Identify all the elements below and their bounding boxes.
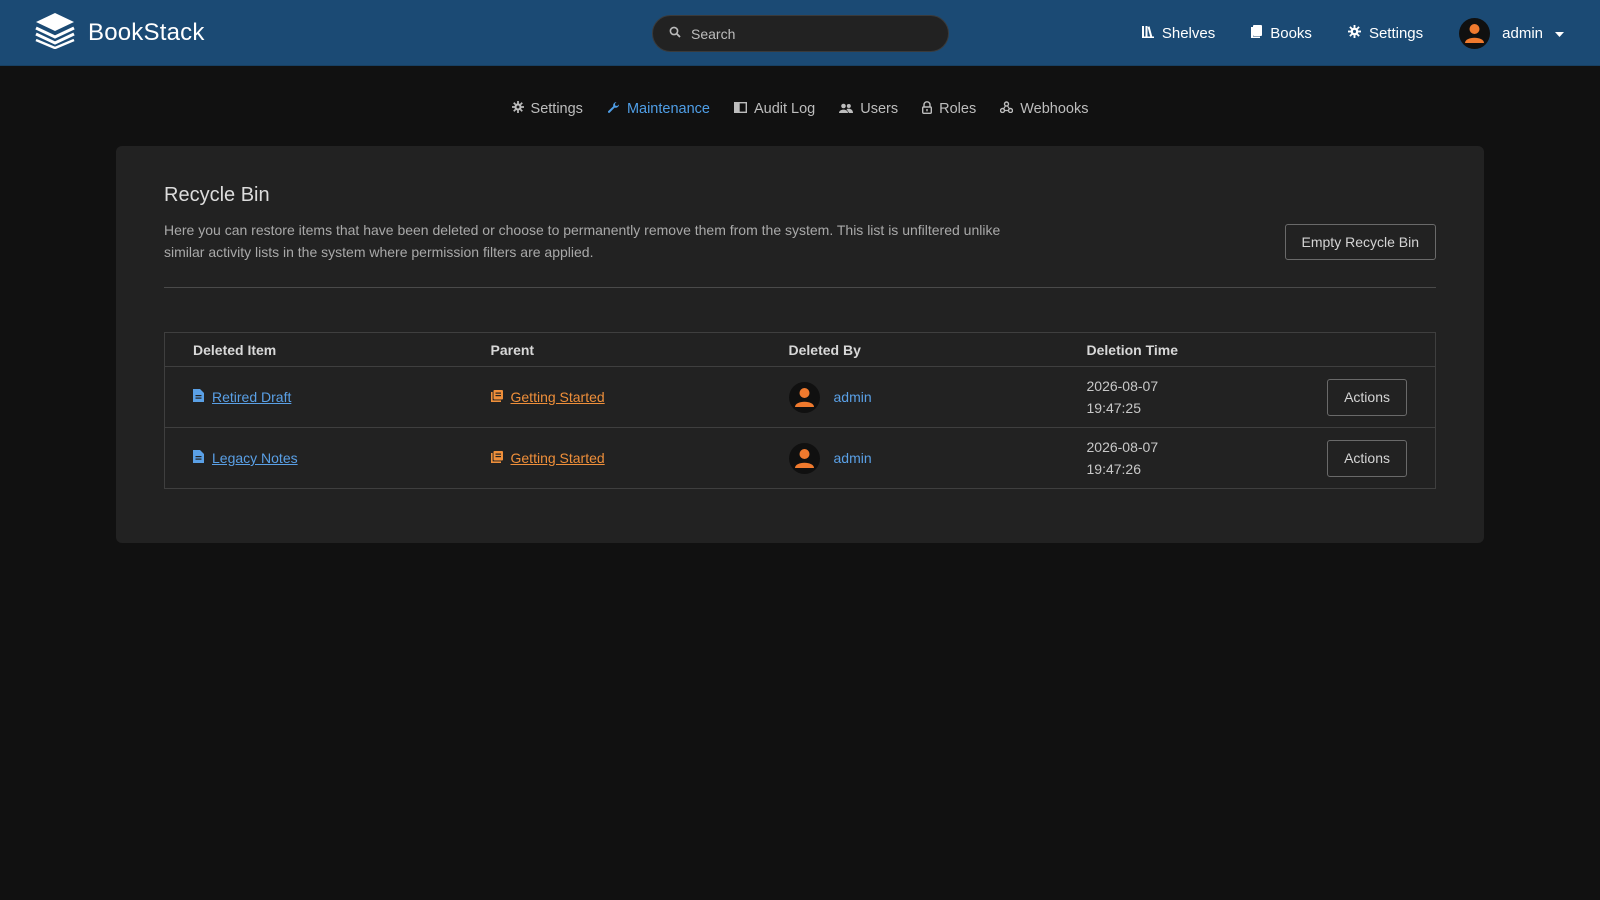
settings-subnav: Settings Maintenance Audit Log Users Rol… [0,96,1600,122]
gear-icon [1347,24,1361,42]
tab-maintenance-label: Maintenance [626,101,710,117]
empty-recycle-bin-button[interactable]: Empty Recycle Bin [1284,224,1436,260]
tab-webhooks[interactable]: Webhooks [1000,101,1088,117]
tab-users-label: Users [860,101,899,117]
nav-shelves-link[interactable]: Shelves [1141,24,1216,42]
app-logo[interactable]: BookStack [34,11,205,54]
actions-button[interactable]: Actions [1327,378,1407,416]
avatar [788,381,820,413]
caret-down-icon [1555,25,1564,42]
divider [164,287,1436,288]
deletion-clock: 19:47:25 [1086,400,1142,416]
lock-icon [922,100,933,118]
recycle-bin-card: Recycle Bin Here you can restore items t… [116,146,1484,543]
deleted-item-link[interactable]: Retired Draft [193,389,463,405]
nav-books-link[interactable]: Books [1251,24,1312,42]
parent-book-link[interactable]: Getting Started [490,389,761,405]
tab-maintenance[interactable]: Maintenance [607,101,710,118]
column-header-actions [1234,332,1436,367]
app-header: BookStack Shelves Books Settings [0,0,1600,66]
wrench-icon [607,101,620,118]
search-input[interactable] [691,25,911,42]
app-name: BookStack [88,18,205,46]
deletion-time: 2026-08-07 19:47:26 [1058,427,1235,489]
avatar [788,442,820,474]
recycle-bin-description: Here you can restore items that have bee… [164,222,1001,260]
gear-icon [511,101,524,117]
deletion-date: 2026-08-07 [1086,439,1159,455]
page-title: Recycle Bin [164,184,270,206]
audit-log-icon [733,101,747,117]
table-row: Legacy Notes Getting Started admin 2026-… [164,427,1436,489]
deleted-item-name: Legacy Notes [212,450,298,466]
table-row: Retired Draft Getting Started admin 2026… [164,366,1436,428]
parent-name: Getting Started [510,450,605,466]
table-header-row: Deleted Item Parent Deleted By Deletion … [164,332,1436,367]
column-header-deleted-by: Deleted By [760,332,1059,367]
tab-roles-label: Roles [939,101,977,117]
deleted-by-user[interactable]: admin [788,381,1059,413]
tab-webhooks-label: Webhooks [1020,101,1089,117]
deleted-by-name: admin [833,450,872,466]
page-icon [193,450,204,466]
deletion-date: 2026-08-07 [1086,378,1159,394]
recycle-bin-table: Deleted Item Parent Deleted By Deletion … [164,332,1436,489]
search-box[interactable] [652,15,949,52]
user-menu-toggle[interactable]: admin [1459,17,1564,49]
tab-audit-log[interactable]: Audit Log [733,101,816,117]
nav-settings-link[interactable]: Settings [1347,24,1424,42]
page-icon [193,389,204,405]
actions-button[interactable]: Actions [1327,439,1407,477]
nav-settings-label: Settings [1368,24,1424,42]
user-name: admin [1502,24,1543,42]
search-icon [669,25,681,43]
deleted-by-name: admin [833,389,872,405]
column-header-deletion-time: Deletion Time [1058,332,1235,367]
deleted-item-name: Retired Draft [212,389,292,405]
deleted-item-link[interactable]: Legacy Notes [193,450,463,466]
column-header-deleted-item: Deleted Item [164,332,463,367]
webhooks-icon [1000,101,1014,117]
nav-books-label: Books [1270,24,1312,42]
tab-users[interactable]: Users [839,101,898,117]
deletion-time: 2026-08-07 19:47:25 [1058,366,1235,428]
users-icon [839,101,854,117]
shelves-icon [1141,25,1154,42]
top-nav: Shelves Books Settings admin [1141,0,1564,66]
tab-settings[interactable]: Settings [511,101,583,117]
parent-name: Getting Started [510,389,605,405]
deleted-by-user[interactable]: admin [788,442,1059,474]
column-header-parent: Parent [462,332,761,367]
tab-settings-label: Settings [530,101,583,117]
deletion-clock: 19:47:26 [1086,461,1142,477]
book-icon [490,389,503,405]
tab-roles[interactable]: Roles [922,100,977,118]
nav-shelves-label: Shelves [1161,24,1216,42]
book-icon [490,450,503,466]
bookstack-logo-icon [34,11,76,54]
parent-book-link[interactable]: Getting Started [490,450,761,466]
tab-audit-log-label: Audit Log [753,101,816,117]
avatar [1459,17,1491,49]
book-icon [1251,24,1263,42]
